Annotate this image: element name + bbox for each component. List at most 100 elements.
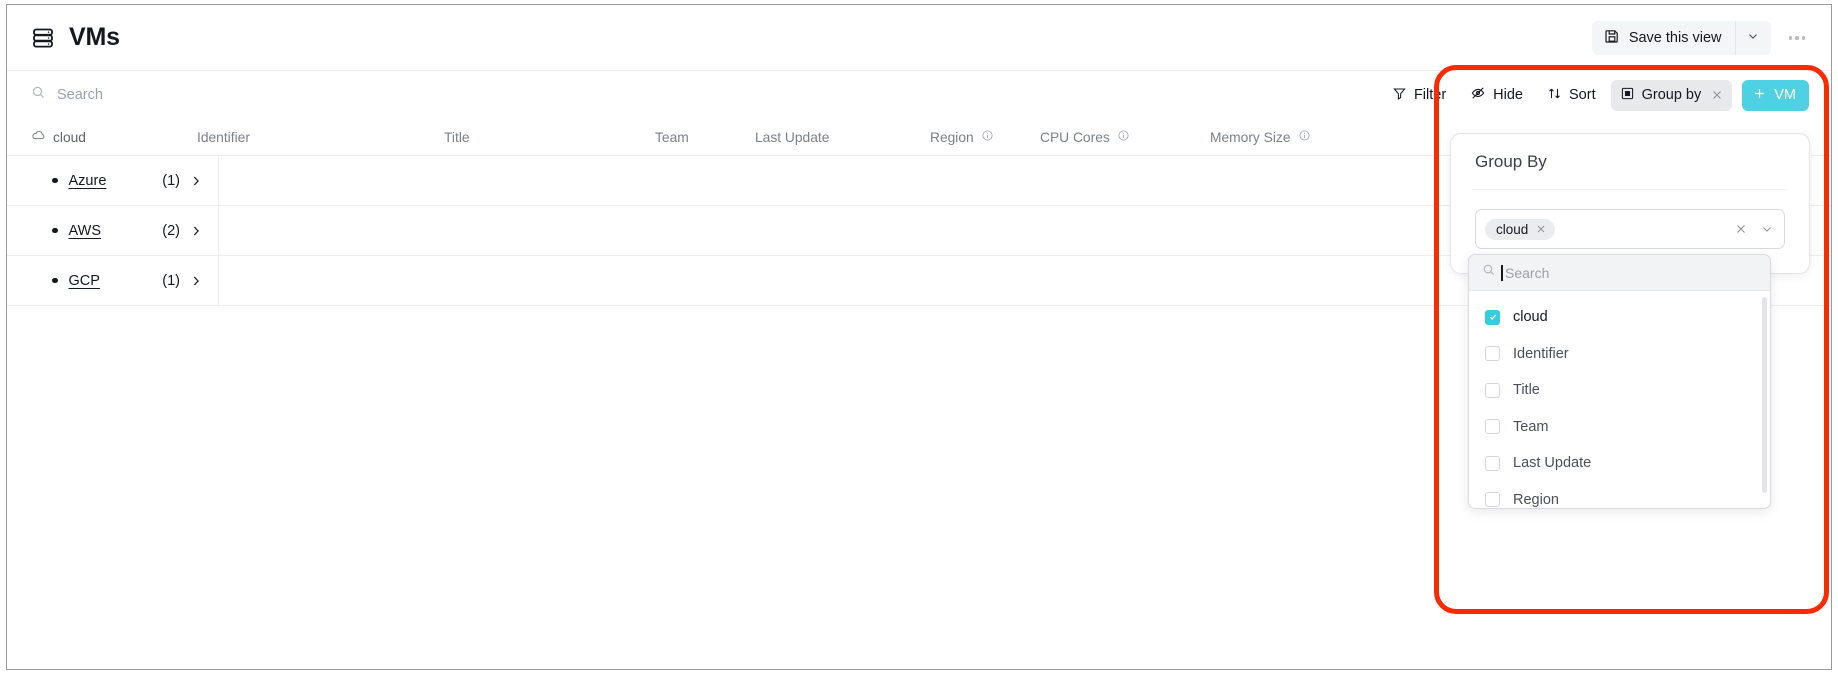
bullet-icon <box>52 277 58 284</box>
text-caret <box>1501 264 1503 281</box>
dropdown-search-input[interactable]: Search <box>1469 255 1770 291</box>
info-icon[interactable] <box>1117 129 1130 145</box>
group-cell: GCP (1) <box>7 256 219 305</box>
app-window: VMs Save this view Search Filter Hide So… <box>6 4 1832 670</box>
group-count: (1) <box>162 272 180 289</box>
sort-button[interactable]: Sort <box>1538 80 1605 111</box>
group-link-gcp[interactable]: GCP <box>69 273 100 289</box>
group-by-label: Group by <box>1641 87 1702 103</box>
toolbar-row: Search Filter Hide Sort Group by VM <box>7 71 1831 119</box>
hide-label: Hide <box>1493 87 1523 103</box>
more-options-button[interactable] <box>1785 30 1810 46</box>
group-by-panel: Group By cloud <box>1450 133 1810 274</box>
column-header-label: Last Update <box>755 129 830 145</box>
filter-button[interactable]: Filter <box>1383 80 1455 111</box>
dropdown-search-placeholder-text: Search <box>1505 264 1550 281</box>
dropdown-option-list[interactable]: cloud Identifier Title Team Last Update … <box>1469 291 1770 508</box>
dropdown-option-label: cloud <box>1513 309 1548 326</box>
dropdown-option-label: Last Update <box>1513 455 1592 472</box>
funnel-icon <box>1392 86 1407 105</box>
group-by-clear-button[interactable] <box>1710 88 1724 102</box>
column-header-label: cloud <box>53 129 86 145</box>
more-horizontal-icon <box>1788 36 1792 40</box>
column-header-identifier[interactable]: Identifier <box>197 130 444 145</box>
column-header-last-update[interactable]: Last Update <box>755 130 930 145</box>
dropdown-option-cloud[interactable]: cloud <box>1469 299 1770 336</box>
info-icon[interactable] <box>1298 129 1311 145</box>
save-this-view-dropdown-button[interactable] <box>1734 21 1771 55</box>
search-placeholder: Search <box>57 87 103 103</box>
group-link-aws[interactable]: AWS <box>69 223 102 239</box>
group-box-icon <box>1620 86 1635 105</box>
column-header-label: CPU Cores <box>1040 129 1110 145</box>
divider <box>1473 189 1787 190</box>
search-input[interactable]: Search <box>31 85 103 105</box>
chevron-right-icon[interactable] <box>189 274 203 288</box>
selected-chip-cloud[interactable]: cloud <box>1485 218 1556 240</box>
column-header-label: Title <box>444 129 470 145</box>
save-this-view-label: Save this view <box>1628 30 1722 46</box>
group-by-panel-title: Group By <box>1475 152 1547 171</box>
column-header-team[interactable]: Team <box>655 130 755 145</box>
checkbox-icon[interactable] <box>1485 346 1500 362</box>
title-group: VMs <box>31 23 120 52</box>
column-header-region[interactable]: Region <box>930 129 1040 145</box>
checkbox-icon[interactable] <box>1485 419 1500 435</box>
more-horizontal-icon <box>1801 36 1805 40</box>
app-header: VMs Save this view <box>7 5 1831 71</box>
dropdown-option-region[interactable]: Region <box>1469 482 1770 509</box>
column-header-label: Team <box>655 129 689 145</box>
page-title: VMs <box>69 23 120 51</box>
checkbox-checked-icon[interactable] <box>1485 309 1500 325</box>
sort-arrows-icon <box>1547 86 1562 105</box>
cloud-icon <box>31 128 46 146</box>
eye-off-icon <box>1470 85 1486 105</box>
search-icon <box>31 85 46 105</box>
group-by-options-dropdown: Search cloud Identifier Title Team Last … <box>1468 254 1771 509</box>
dropdown-option-last-update[interactable]: Last Update <box>1469 445 1770 482</box>
chip-label: cloud <box>1496 221 1529 237</box>
sort-label: Sort <box>1569 87 1596 103</box>
dropdown-option-label: Team <box>1513 418 1549 435</box>
hide-button[interactable]: Hide <box>1461 79 1532 111</box>
search-icon <box>1482 263 1496 282</box>
dropdown-option-title[interactable]: Title <box>1469 372 1770 409</box>
group-link-azure[interactable]: Azure <box>69 173 107 189</box>
dropdown-option-label: Title <box>1513 382 1540 399</box>
column-header-title[interactable]: Title <box>444 130 655 145</box>
clear-selection-icon[interactable] <box>1734 222 1748 236</box>
add-vm-button[interactable]: VM <box>1742 79 1809 111</box>
dropdown-search-placeholder: Search <box>1501 264 1550 281</box>
group-cell: Azure (1) <box>7 156 219 205</box>
chevron-down-icon <box>1746 29 1760 48</box>
checkbox-icon[interactable] <box>1485 455 1500 471</box>
column-header-cpu-cores[interactable]: CPU Cores <box>1040 129 1210 145</box>
chip-remove-icon[interactable] <box>1535 223 1547 235</box>
add-vm-label: VM <box>1774 87 1796 103</box>
server-stack-icon <box>31 26 55 50</box>
dropdown-scrollbar[interactable] <box>1762 297 1767 493</box>
dropdown-option-identifier[interactable]: Identifier <box>1469 336 1770 373</box>
chevron-down-icon[interactable] <box>1760 222 1774 236</box>
chevron-right-icon[interactable] <box>189 224 203 238</box>
save-this-view-button[interactable]: Save this view <box>1592 21 1735 55</box>
group-by-button[interactable]: Group by <box>1610 79 1733 111</box>
dropdown-option-label: Identifier <box>1513 345 1569 362</box>
column-header-cloud[interactable]: cloud <box>31 128 197 146</box>
column-header-label: Memory Size <box>1210 129 1291 145</box>
chevron-right-icon[interactable] <box>189 174 203 188</box>
group-cell: AWS (2) <box>7 206 219 255</box>
info-icon[interactable] <box>981 129 994 145</box>
select-controls <box>1734 222 1776 236</box>
dropdown-option-label: Region <box>1513 491 1559 508</box>
plus-icon <box>1752 86 1767 105</box>
checkbox-icon[interactable] <box>1485 492 1500 508</box>
column-header-memory-size[interactable]: Memory Size <box>1210 129 1380 145</box>
bullet-icon <box>52 177 58 184</box>
dropdown-option-team[interactable]: Team <box>1469 409 1770 446</box>
column-header-label: Identifier <box>197 129 250 145</box>
group-by-select[interactable]: cloud <box>1475 209 1785 249</box>
save-this-view-control[interactable]: Save this view <box>1591 21 1771 55</box>
checkbox-icon[interactable] <box>1485 382 1500 398</box>
filter-label: Filter <box>1413 87 1447 103</box>
